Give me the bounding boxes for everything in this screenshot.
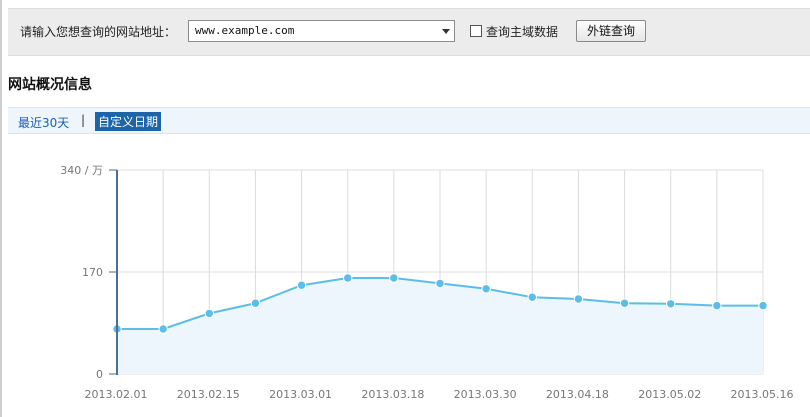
x-tick-label: 2013.05.02 xyxy=(638,388,701,401)
search-toolbar: 请输入您想查询的网站地址： www.example.com 查询主域数据 外链查… xyxy=(8,8,810,56)
chart-point[interactable] xyxy=(204,308,214,319)
tab-separator: | xyxy=(81,113,86,127)
chart-point[interactable] xyxy=(481,284,491,294)
chart-point[interactable] xyxy=(389,273,399,283)
url-dropdown[interactable]: www.example.com xyxy=(188,20,455,42)
section-title: 网站概况信息 xyxy=(8,77,92,93)
tab-last-30-days[interactable]: 最近30天 xyxy=(18,114,69,131)
dropdown-arrow-icon[interactable] xyxy=(442,29,450,34)
y-tick-label: 170 xyxy=(82,266,103,279)
y-tick-label: 340 / 万 xyxy=(60,164,103,177)
chart-point[interactable] xyxy=(666,299,676,309)
chart-point[interactable] xyxy=(712,300,722,311)
chart-point[interactable] xyxy=(343,273,353,283)
url-value: www.example.com xyxy=(195,24,295,37)
chart-area-fill xyxy=(117,278,763,374)
chart-y-axis xyxy=(109,169,118,375)
chart-point[interactable] xyxy=(527,292,537,302)
x-tick-label: 2013.03.18 xyxy=(361,388,424,401)
chart-point[interactable] xyxy=(758,300,768,311)
y-tick-label: 0 xyxy=(96,368,103,381)
x-tick-label: 2013.03.01 xyxy=(269,388,332,401)
traffic-chart: 2013.02.01 2013.02.15 2013.03.01 2013.03.18… xyxy=(60,164,794,401)
chart-point[interactable] xyxy=(435,278,445,289)
chart-y-tick-labels: 0 170 340 / 万 xyxy=(60,164,103,381)
x-tick-label: 2013.04.18 xyxy=(546,388,609,401)
chart-point[interactable] xyxy=(573,294,584,304)
x-tick-label: 2013.05.16 xyxy=(731,388,794,401)
url-prompt-label: 请输入您想查询的网站地址： xyxy=(20,25,177,39)
main-domain-checkbox-label[interactable]: 查询主域数据 xyxy=(486,23,558,40)
tab-custom-date[interactable]: 自定义日期 xyxy=(95,112,162,131)
x-tick-label: 2013.02.01 xyxy=(85,388,148,401)
date-range-tabbar: 最近30天 | 自定义日期 xyxy=(8,107,810,134)
chart-point[interactable] xyxy=(619,298,630,308)
x-tick-label: 2013.03.30 xyxy=(454,388,517,401)
x-tick-label: 2013.02.15 xyxy=(177,388,240,401)
chart-point[interactable] xyxy=(296,280,307,290)
chart-point[interactable] xyxy=(250,298,261,308)
chart-x-tick-labels: 2013.02.01 2013.02.15 2013.03.01 2013.03.18… xyxy=(85,388,794,401)
chart-point[interactable] xyxy=(158,324,168,334)
backlink-query-button[interactable]: 外链查询 xyxy=(576,20,646,42)
main-domain-checkbox[interactable] xyxy=(470,25,482,37)
